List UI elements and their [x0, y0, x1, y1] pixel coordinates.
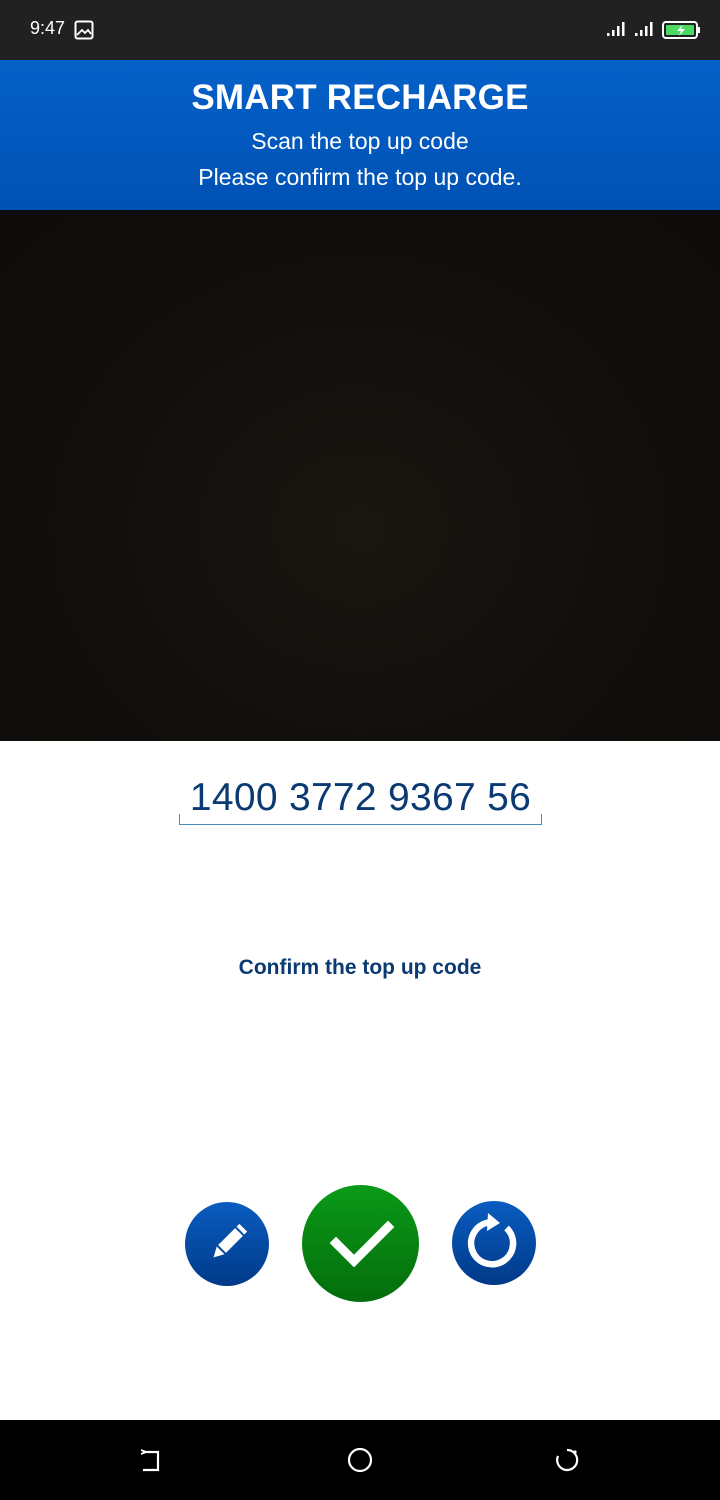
- battery-charging-icon: [662, 21, 700, 39]
- checkmark-icon: [329, 1220, 395, 1268]
- home-icon[interactable]: [346, 1446, 374, 1474]
- app-subtitle: Scan the top up code: [251, 128, 469, 154]
- app-title: SMART RECHARGE: [191, 78, 529, 117]
- edit-button[interactable]: [185, 1202, 269, 1286]
- refresh-icon: [467, 1213, 517, 1268]
- refresh-button[interactable]: [452, 1201, 536, 1285]
- gallery-icon: [74, 20, 94, 40]
- signal-icon: [635, 22, 653, 36]
- confirm-button[interactable]: [302, 1185, 419, 1302]
- header-instruction: Please confirm the top up code.: [198, 164, 522, 190]
- top-up-code-field[interactable]: 1400 3772 9367 56: [179, 770, 542, 825]
- recent-apps-icon[interactable]: [554, 1447, 580, 1473]
- status-time: 9:47: [30, 18, 66, 38]
- app-header: SMART RECHARGE Scan the top up code Plea…: [0, 60, 720, 210]
- top-up-code-value[interactable]: 1400 3772 9367 56: [179, 776, 542, 820]
- status-bar: 9:47: [0, 0, 720, 60]
- back-icon[interactable]: [138, 1448, 164, 1474]
- confirm-label: Confirm the top up code: [238, 956, 482, 979]
- signal-icon: [607, 22, 625, 36]
- camera-preview[interactable]: [0, 210, 720, 741]
- pencil-icon: [213, 1223, 248, 1258]
